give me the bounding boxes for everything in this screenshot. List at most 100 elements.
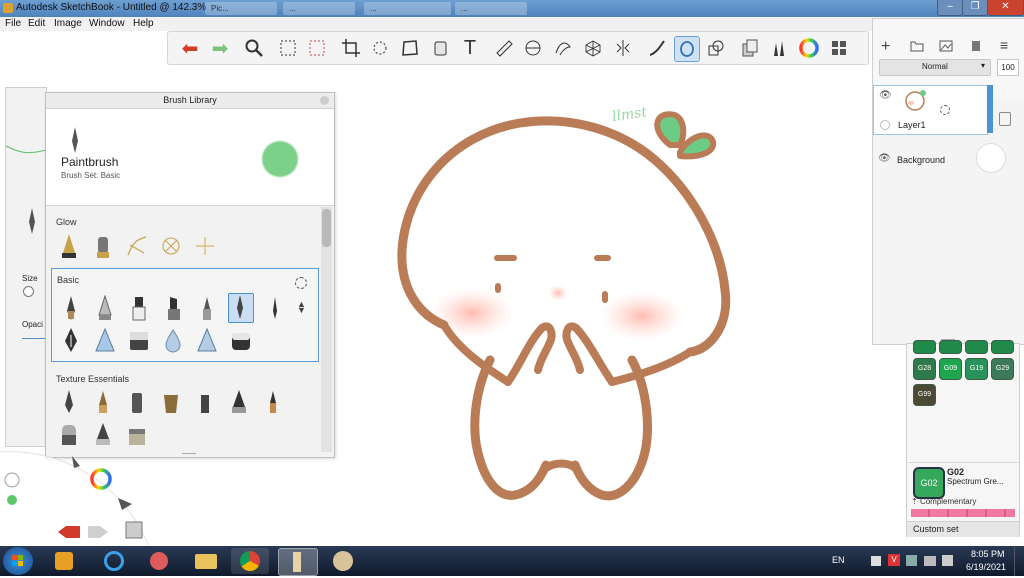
select-rect-icon[interactable] (276, 36, 300, 60)
predictive-stroke-icon[interactable] (674, 36, 700, 62)
ink-pen-icon[interactable] (60, 327, 82, 353)
undo-icon[interactable]: ⬅ (178, 36, 202, 60)
copy-icon[interactable] (738, 36, 762, 60)
language-indicator[interactable]: EN (832, 555, 845, 565)
swatch-g99[interactable]: G99 (913, 384, 936, 406)
close-button[interactable]: ✕ (987, 0, 1024, 16)
brush-settings-icon[interactable] (295, 277, 307, 289)
layer-row-background[interactable]: 👁 Background (873, 141, 1024, 181)
zoom-icon[interactable] (242, 36, 266, 60)
tray-icon[interactable] (871, 556, 881, 566)
clock-date[interactable]: 6/19/2021 (966, 562, 1006, 572)
lagoon-menu[interactable] (0, 440, 160, 550)
lagoon-brush-size-icon[interactable] (4, 472, 20, 488)
size-slider[interactable] (23, 286, 34, 297)
clock-time[interactable]: 8:05 PM (971, 549, 1005, 559)
swatch-g19[interactable]: G19 (965, 358, 988, 380)
background-color-thumbnail[interactable] (976, 143, 1006, 173)
reorder-arrows-icon[interactable]: ▲ ▼ (297, 300, 306, 315)
french-curve-icon[interactable] (551, 36, 575, 60)
grid-icon[interactable] (827, 36, 851, 60)
sketchbook-taskbar-icon[interactable] (278, 548, 318, 576)
opacity-slider[interactable] (22, 338, 46, 339)
crop-icon[interactable] (339, 36, 363, 60)
glow-brush-icon[interactable] (126, 233, 148, 259)
distort-icon[interactable] (398, 36, 422, 60)
layer-options-icon[interactable] (940, 105, 950, 115)
color-wheel-icon[interactable] (797, 36, 821, 60)
scrollbar-thumb[interactable] (322, 209, 331, 247)
glow-brush-icon[interactable] (58, 233, 80, 259)
internet-explorer-taskbar-icon[interactable] (95, 548, 133, 574)
chisel-marker-icon[interactable] (162, 295, 184, 321)
clear-layer-icon[interactable] (970, 39, 982, 53)
panel-close-icon[interactable] (320, 96, 329, 105)
transform-icon[interactable] (368, 36, 392, 60)
eraser-hard-icon[interactable] (128, 327, 150, 353)
blend-mode-dropdown[interactable]: Normal ▾ (879, 59, 991, 76)
menu-file[interactable]: File (5, 18, 21, 29)
layer-lock-icon[interactable] (880, 120, 890, 130)
marker-brush-icon[interactable] (128, 295, 150, 321)
ruler-icon[interactable] (492, 36, 516, 60)
lagoon-current-color[interactable] (7, 495, 17, 505)
ballpoint-brush-icon[interactable] (94, 295, 116, 321)
add-layer-icon[interactable]: + (881, 38, 890, 56)
restore-button[interactable]: ❐ (962, 0, 988, 16)
layer-menu-icon[interactable]: ≡ (1000, 37, 1008, 53)
menu-edit[interactable]: Edit (28, 18, 45, 29)
chrome-taskbar-icon[interactable] (231, 548, 269, 574)
texture-brush-icon[interactable] (92, 389, 114, 415)
fine-brush-icon[interactable] (264, 295, 286, 321)
glow-brush-icon[interactable] (160, 233, 182, 259)
texture-brush-icon[interactable] (228, 389, 250, 415)
tray-icon[interactable] (906, 555, 917, 566)
ellipse-guide-icon[interactable] (521, 36, 545, 60)
pencil-brush-icon[interactable] (60, 295, 82, 321)
glow-brush-icon[interactable] (92, 233, 114, 259)
layer-row-layer1[interactable]: 👁 Layer1 (873, 85, 988, 135)
swatch-g28[interactable]: G28 (913, 358, 936, 380)
image-icon[interactable] (939, 40, 953, 52)
visibility-eye-icon[interactable]: 👁 (878, 153, 891, 164)
volume-icon[interactable] (942, 555, 953, 566)
network-icon[interactable] (924, 556, 936, 566)
resize-grip[interactable] (182, 453, 196, 454)
custom-set-bar[interactable]: Custom set (907, 521, 1019, 537)
texture-brush-icon[interactable] (194, 389, 216, 415)
texture-brush-icon[interactable] (262, 389, 284, 415)
texture-brush-icon[interactable] (160, 389, 182, 415)
text-icon[interactable]: T (458, 36, 482, 60)
media-player-taskbar-icon[interactable] (45, 548, 83, 574)
texture-brush-icon[interactable] (126, 389, 148, 415)
sharpen-icon[interactable] (196, 327, 218, 353)
show-desktop-button[interactable] (1014, 546, 1024, 576)
minimize-button[interactable]: – (937, 0, 963, 16)
symmetry-icon[interactable] (611, 36, 635, 60)
swatch-partial[interactable] (965, 340, 988, 354)
swatch-partial[interactable] (913, 340, 936, 354)
swatch-g09[interactable]: G09 (939, 358, 962, 380)
swatch-partial[interactable] (991, 340, 1014, 354)
selected-color-chip[interactable]: G02 (913, 467, 945, 499)
snipping-tool-taskbar-icon[interactable] (140, 548, 178, 574)
swatch-g29[interactable]: G29 (991, 358, 1014, 380)
lagoon-copy-icon[interactable] (125, 521, 143, 539)
redo-icon[interactable]: ➡ (208, 36, 232, 60)
tray-v-icon[interactable]: V (888, 554, 900, 566)
texture-brush-icon[interactable] (58, 389, 80, 415)
glow-brush-icon[interactable] (194, 233, 216, 259)
select-lasso-icon[interactable] (305, 36, 329, 60)
triangle-brush-icon[interactable] (94, 327, 116, 353)
complementary-swatch-strip[interactable] (911, 509, 1015, 517)
fill-icon[interactable] (428, 36, 452, 60)
folder-icon[interactable] (910, 40, 924, 52)
paint-taskbar-icon[interactable] (324, 548, 362, 574)
menu-help[interactable]: Help (133, 18, 154, 29)
brush-library-icon[interactable] (767, 36, 791, 60)
layer-lock-toggle-icon[interactable] (999, 112, 1011, 126)
menu-image[interactable]: Image (54, 18, 82, 29)
blur-drop-icon[interactable] (162, 327, 184, 353)
menu-window[interactable]: Window (89, 18, 125, 29)
start-button[interactable] (3, 547, 33, 575)
